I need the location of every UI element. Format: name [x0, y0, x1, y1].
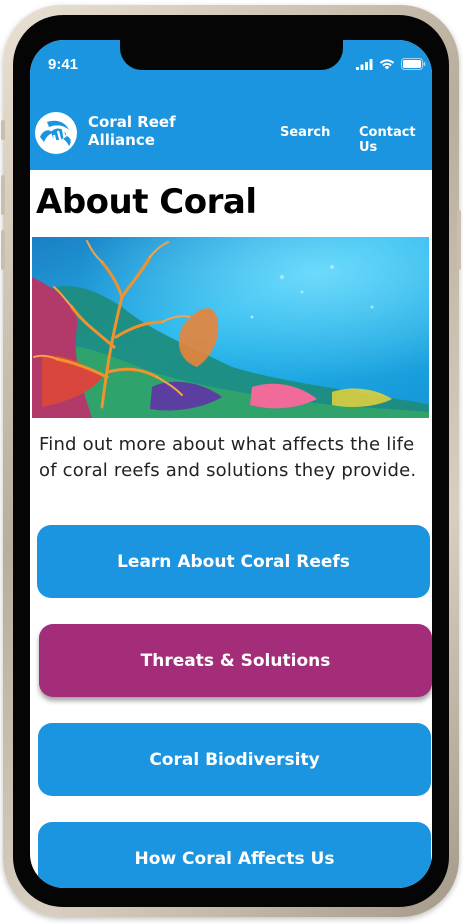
coral-reef-alliance-logo-icon	[35, 112, 77, 154]
status-time: 9:41	[48, 56, 79, 73]
site-header: Coral Reef Alliance Search Contact Us	[30, 100, 432, 170]
volume-up-button	[1, 175, 5, 215]
status-icons	[356, 58, 426, 70]
mute-switch	[1, 120, 5, 140]
nav-link-search[interactable]: Search	[280, 125, 330, 140]
how-coral-affects-us-button[interactable]: How Coral Affects Us	[38, 822, 431, 888]
brand-line-2: Alliance	[88, 131, 155, 149]
signal-icon	[356, 58, 373, 70]
threats-and-solutions-button[interactable]: Threats & Solutions	[39, 624, 432, 697]
battery-icon	[401, 58, 426, 70]
power-button	[457, 210, 461, 270]
page-title: About Coral	[36, 182, 257, 222]
brand-line-1: Coral Reef	[88, 113, 176, 131]
learn-about-coral-reefs-button[interactable]: Learn About Coral Reefs	[37, 525, 430, 598]
phone-screen: 9:41 Coral Reef Alliance Search Contact …	[30, 40, 432, 888]
intro-text: Find out more about what affects the lif…	[39, 434, 417, 481]
status-bar: 9:41	[30, 40, 432, 100]
wifi-icon	[379, 58, 395, 69]
volume-down-button	[1, 230, 5, 270]
coral-reef-alliance-logo[interactable]	[33, 110, 79, 161]
notch	[120, 40, 343, 70]
coral-reef-illustration	[32, 237, 429, 418]
nav-link-contact-us[interactable]: Contact Us	[359, 125, 432, 155]
hero-image	[32, 237, 429, 418]
coral-biodiversity-button[interactable]: Coral Biodiversity	[38, 723, 431, 796]
brand-name[interactable]: Coral Reef Alliance	[88, 113, 176, 149]
